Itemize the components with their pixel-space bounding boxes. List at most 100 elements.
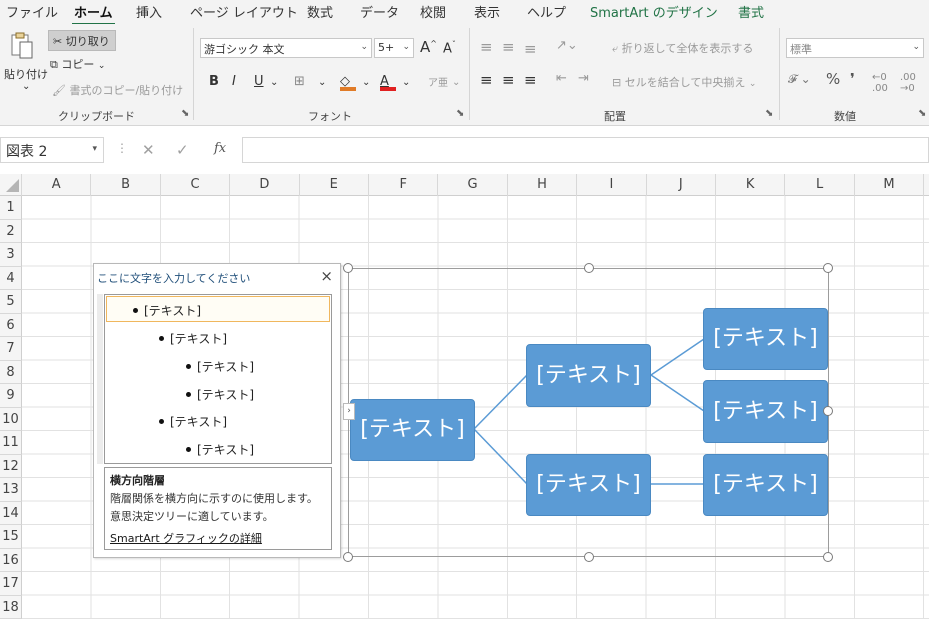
tab-review[interactable]: 校閲 [420, 2, 446, 21]
underline-button[interactable]: U [254, 74, 264, 89]
borders-icon[interactable]: ⊞ [294, 74, 305, 89]
row-header[interactable]: 2 [0, 219, 22, 243]
chevron-down-icon[interactable]: ⌄ [270, 77, 278, 88]
paste-icon[interactable] [10, 32, 34, 63]
column-header[interactable]: M [855, 174, 925, 196]
decrease-decimal-icon[interactable]: .00 →0 [900, 72, 916, 94]
tab-formulas[interactable]: 数式 [307, 2, 333, 21]
increase-indent-icon[interactable]: ⇥ [578, 71, 589, 86]
resize-handle[interactable] [584, 263, 594, 273]
text-pane-item-text[interactable]: [テキスト] [197, 360, 254, 374]
tab-page-layout[interactable]: ページ レイアウト [190, 2, 298, 21]
column-header[interactable]: F [369, 174, 439, 196]
chevron-down-icon[interactable]: ⌄ [452, 77, 460, 88]
column-header[interactable]: G [438, 174, 508, 196]
alignment-launcher-icon[interactable]: ⬊ [765, 108, 773, 119]
column-header[interactable]: A [22, 174, 92, 196]
row-header[interactable]: 15 [0, 525, 22, 549]
text-pane-scrollbar[interactable] [97, 294, 103, 464]
tab-insert[interactable]: 挿入 [136, 2, 162, 21]
percent-style-icon[interactable]: % [826, 70, 840, 88]
resize-handle[interactable] [823, 263, 833, 273]
tab-smartart-design[interactable]: SmartArt のデザイン [590, 2, 718, 21]
cut-button[interactable]: ✂ 切り取り [48, 30, 116, 51]
chevron-down-icon[interactable]: ⌄ [362, 77, 370, 88]
resize-handle[interactable] [343, 263, 353, 273]
row-header[interactable]: 3 [0, 243, 22, 267]
smartart-node-level3[interactable]: [テキスト] [703, 380, 828, 443]
tab-data[interactable]: データ [360, 2, 399, 21]
smartart-node-level2[interactable]: [テキスト] [526, 344, 651, 407]
name-box[interactable]: 図表 2 ▾ [0, 137, 104, 163]
copy-button[interactable]: ⧉ コピー ⌄ [50, 56, 105, 72]
row-header[interactable]: 12 [0, 454, 22, 478]
text-pane-item[interactable]: [テキスト] [159, 330, 227, 347]
increase-decimal-icon[interactable]: ←0.00 [872, 72, 888, 94]
text-pane-item-text[interactable]: [テキスト] [144, 304, 201, 318]
align-left-icon[interactable]: ≡ [480, 71, 493, 89]
column-header[interactable]: E [300, 174, 369, 196]
text-pane-item[interactable]: [テキスト] [186, 386, 254, 403]
shrink-font-button[interactable]: Aˇ [443, 40, 456, 56]
smartart-frame[interactable]: [テキスト] [テキスト] [テキスト] [テキスト] [テキスト] [テキスト… [343, 263, 833, 562]
row-header[interactable]: 4 [0, 266, 22, 290]
chevron-down-icon[interactable]: ⌄ [402, 77, 410, 88]
text-pane-item[interactable]: [テキスト] [186, 441, 254, 458]
font-size-select[interactable]: 5+ ⌄ [374, 38, 414, 58]
phonetic-guide-icon[interactable]: ア亜 [428, 74, 448, 89]
italic-button[interactable]: I [232, 74, 236, 89]
font-color-button[interactable]: A [380, 74, 396, 91]
row-header[interactable]: 11 [0, 431, 22, 455]
paste-dropdown-icon[interactable]: ⌄ [22, 81, 30, 92]
row-header[interactable]: 7 [0, 337, 22, 361]
resize-handle[interactable] [343, 552, 353, 562]
text-pane-item[interactable]: [テキスト] [106, 296, 330, 322]
comma-style-icon[interactable]: ❜ [850, 70, 855, 88]
text-pane-item-text[interactable]: [テキスト] [170, 415, 227, 429]
tab-home[interactable]: ホーム [72, 2, 115, 26]
row-header[interactable]: 8 [0, 360, 22, 384]
column-header[interactable]: I [577, 174, 647, 196]
font-name-select[interactable]: 游ゴシック 本文 ⌄ [200, 38, 372, 58]
text-pane-item[interactable]: [テキスト] [186, 358, 254, 375]
row-header[interactable]: 9 [0, 384, 22, 408]
smartart-node-level3[interactable]: [テキスト] [703, 454, 828, 516]
formula-input[interactable] [242, 137, 929, 163]
text-pane-toggle-icon[interactable]: › [343, 403, 355, 420]
tab-format[interactable]: 書式 [738, 2, 764, 21]
align-middle-icon[interactable]: ≡ [502, 38, 515, 56]
align-top-icon[interactable]: ≡ [480, 38, 493, 56]
row-header[interactable]: 13 [0, 478, 22, 502]
insert-function-icon[interactable]: fx [214, 141, 226, 156]
cancel-icon[interactable]: ✕ [142, 141, 155, 159]
column-header[interactable]: B [91, 174, 161, 196]
text-pane-item-text[interactable]: [テキスト] [170, 332, 227, 346]
column-header[interactable]: C [161, 174, 231, 196]
decrease-indent-icon[interactable]: ⇤ [556, 71, 567, 86]
resize-handle[interactable] [584, 552, 594, 562]
tab-help[interactable]: ヘルプ [527, 2, 566, 21]
format-painter-button[interactable]: 🖌 書式のコピー/貼り付け [52, 82, 183, 98]
chevron-down-icon[interactable]: ⌄ [318, 77, 326, 88]
text-orientation-icon[interactable]: ↗⌄ [556, 38, 578, 53]
resize-handle[interactable] [823, 406, 833, 416]
paste-button[interactable]: 貼り付け [4, 66, 48, 82]
grow-font-button[interactable]: A^ [420, 38, 437, 56]
column-header[interactable]: H [508, 174, 578, 196]
align-right-icon[interactable]: ≡ [524, 71, 537, 89]
smartart-node-level3[interactable]: [テキスト] [703, 308, 828, 370]
currency-format-icon[interactable]: 𝓕 ⌄ [788, 72, 811, 87]
resize-handle[interactable] [823, 552, 833, 562]
tab-view[interactable]: 表示 [474, 2, 500, 21]
row-header[interactable]: 1 [0, 196, 22, 220]
smartart-details-link[interactable]: SmartArt グラフィックの詳細 [110, 530, 326, 546]
clipboard-launcher-icon[interactable]: ⬊ [181, 108, 189, 119]
enter-icon[interactable]: ✓ [176, 141, 189, 159]
row-header[interactable]: 5 [0, 290, 22, 314]
align-center-icon[interactable]: ≡ [502, 71, 515, 89]
row-header[interactable]: 10 [0, 407, 22, 431]
merge-center-button[interactable]: ⊟ セルを結合して中央揃え ⌄ [612, 74, 756, 90]
close-icon[interactable]: × [320, 267, 333, 285]
bold-button[interactable]: B [209, 74, 219, 89]
font-launcher-icon[interactable]: ⬊ [456, 108, 464, 119]
